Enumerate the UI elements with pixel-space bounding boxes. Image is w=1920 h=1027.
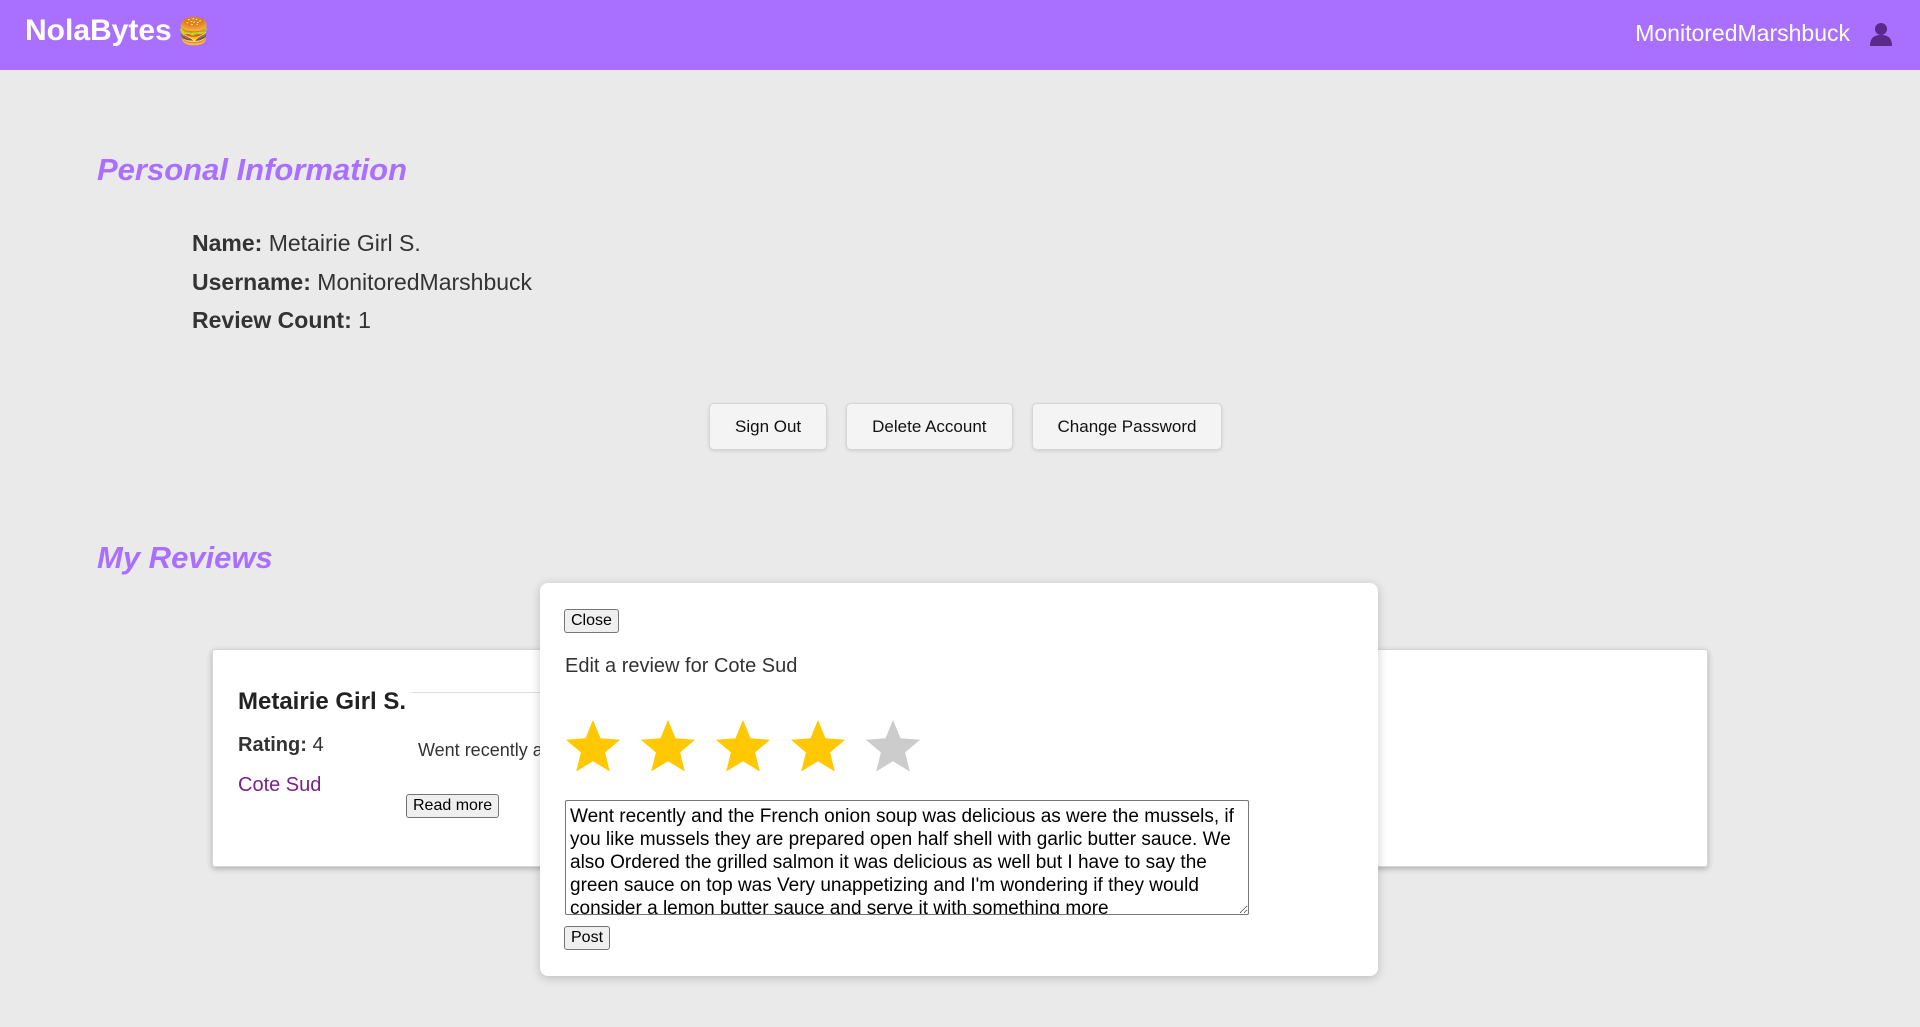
personal-info-heading: Personal Information — [97, 152, 408, 187]
top-navbar: NolaBytes 🍔 MonitoredMarshbuck — [0, 0, 1920, 70]
post-button[interactable]: Post — [564, 926, 611, 950]
user-menu[interactable]: MonitoredMarshbuck — [1635, 20, 1892, 47]
review-count-row: Review Count: 1 — [192, 303, 532, 342]
star-filled-icon[interactable] — [712, 716, 774, 778]
star-filled-icon[interactable] — [562, 716, 624, 778]
header-username[interactable]: MonitoredMarshbuck — [1635, 20, 1850, 47]
restaurant-link[interactable]: Cote Sud — [238, 774, 321, 797]
star-filled-icon[interactable] — [637, 716, 699, 778]
account-actions: Sign Out Delete Account Change Password — [709, 403, 1223, 450]
username-row: Username: MonitoredMarshbuck — [192, 265, 532, 304]
read-more-button[interactable]: Read more — [406, 794, 500, 818]
star-empty-icon[interactable] — [862, 716, 924, 778]
brand-name[interactable]: NolaBytes — [25, 14, 172, 48]
star-rating[interactable] — [562, 716, 924, 778]
my-reviews-heading: My Reviews — [97, 540, 273, 575]
review-count-label: Review Count: — [192, 307, 352, 333]
burger-icon: 🍔 — [177, 15, 211, 46]
name-label: Name: — [192, 230, 263, 256]
close-button[interactable]: Close — [564, 609, 619, 633]
review-author: Metairie Girl S. — [238, 688, 407, 715]
review-snippet: Went recently and the French onion soup — [418, 740, 548, 760]
change-password-button[interactable]: Change Password — [1031, 403, 1223, 450]
edit-review-modal: Close Edit a review for Cote Sud Went re… — [540, 583, 1378, 976]
name-value: Metairie Girl S. — [268, 230, 421, 256]
delete-account-button[interactable]: Delete Account — [846, 403, 1013, 450]
username-value: MonitoredMarshbuck — [317, 268, 533, 295]
brand-logo[interactable]: NolaBytes 🍔 — [25, 14, 210, 48]
user-icon[interactable] — [1870, 22, 1892, 46]
name-row: Name: Metairie Girl S. — [192, 226, 532, 265]
star-filled-icon[interactable] — [787, 716, 849, 778]
review-count-value: 1 — [358, 307, 371, 333]
rating-value: 4 — [312, 734, 324, 756]
sign-out-button[interactable]: Sign Out — [709, 403, 828, 450]
personal-info: Name: Metairie Girl S. Username: Monitor… — [192, 226, 532, 342]
rating-label: Rating: — [238, 734, 307, 756]
modal-title: Edit a review for Cote Sud — [565, 655, 798, 677]
review-rating: Rating: 4 — [238, 734, 324, 757]
username-label: Username: — [192, 268, 311, 295]
review-textarea[interactable]: Went recently and the French onion soup … — [565, 800, 1249, 915]
